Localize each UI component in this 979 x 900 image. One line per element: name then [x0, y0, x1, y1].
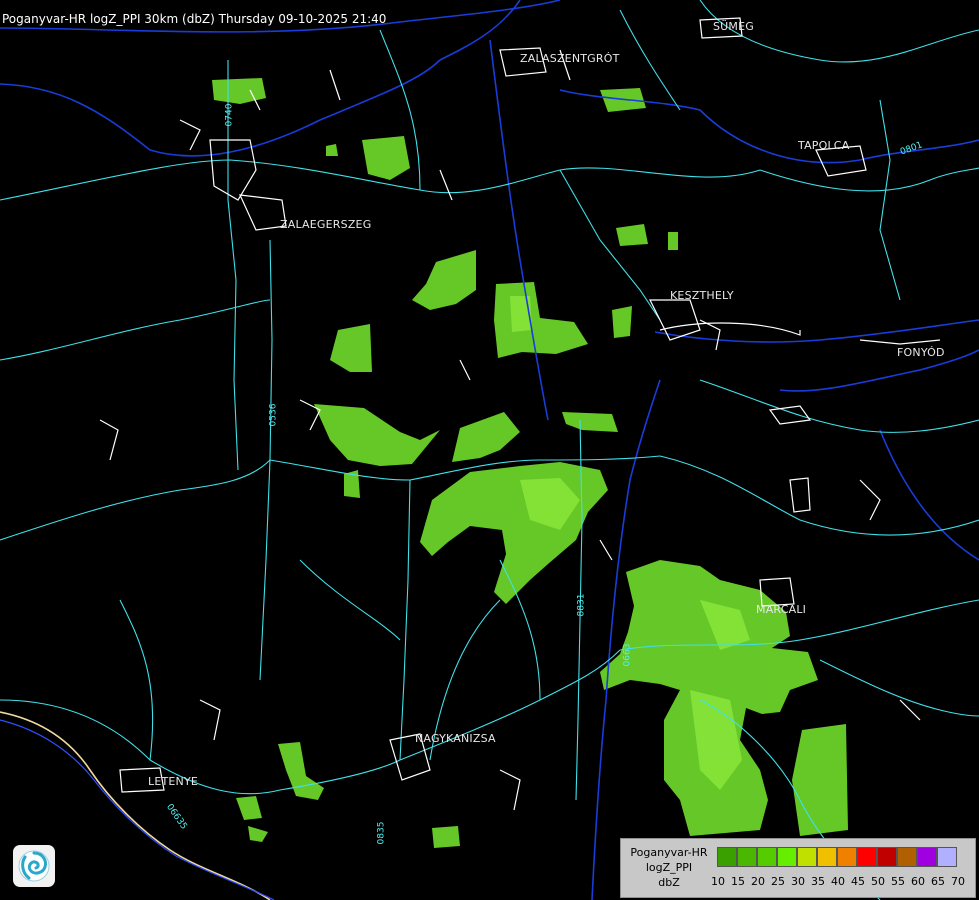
legend-swatch [797, 847, 817, 867]
legend-swatch [917, 847, 937, 867]
legend-swatch [837, 847, 857, 867]
legend-swatch [897, 847, 917, 867]
legend-swatch [877, 847, 897, 867]
legend-tick-label: 25 [771, 875, 785, 888]
legend-tick-label: 15 [731, 875, 745, 888]
city-label-nagykanizsa: NAGYKANIZSA [415, 732, 496, 745]
legend-tick-label: 65 [931, 875, 945, 888]
legend-swatch [817, 847, 837, 867]
legend-swatch [737, 847, 757, 867]
legend-tick-label: 40 [831, 875, 845, 888]
legend-product: logZ_PPI [645, 861, 693, 874]
legend-name: Poganyvar-HR logZ_PPI dbZ [621, 845, 717, 890]
map-title: Poganyvar-HR logZ_PPI 30km (dbZ) Thursda… [2, 12, 387, 26]
city-label-keszthely: KESZTHELY [670, 289, 734, 302]
legend-tick-label: 50 [871, 875, 885, 888]
legend-swatch [777, 847, 797, 867]
legend-unit: dbZ [658, 876, 680, 889]
city-label-zalaszentgrot: ZALASZENTGRÓT [520, 52, 620, 65]
legend-tick-label: 35 [811, 875, 825, 888]
legend-tick-label: 30 [791, 875, 805, 888]
legend-radar-name: Poganyvar-HR [630, 846, 708, 859]
road-label: 0663 [622, 643, 633, 667]
legend-swatch [857, 847, 877, 867]
city-label-tapolca: TAPOLCA [798, 139, 850, 152]
city-label-fonyod: FONYÓD [897, 346, 945, 359]
logo-icon [13, 845, 55, 887]
legend-tick-label: 20 [751, 875, 765, 888]
legend-swatch [937, 847, 957, 867]
road-label: 8831 [576, 593, 587, 617]
road-label: 0835 [376, 821, 387, 845]
radar-map [0, 0, 979, 900]
legend-tick-label: 10 [711, 875, 725, 888]
legend-tick-labels: 10 15 20 25 30 35 40 45 50 55 60 65 70 [708, 875, 968, 888]
city-label-letenye: LETENYE [148, 775, 199, 788]
road-label: 0536 [268, 403, 279, 427]
city-label-zalaegerszeg: ZALAEGERSZEG [280, 218, 372, 231]
legend-tick-label: 60 [911, 875, 925, 888]
city-label-marcali: MARCALI [756, 603, 807, 616]
legend-color-scale [717, 847, 957, 867]
legend-tick-label: 55 [891, 875, 905, 888]
road-label: 0740 [224, 103, 235, 127]
legend-swatch [757, 847, 777, 867]
dbz-legend: Poganyvar-HR logZ_PPI dbZ 10 15 20 25 30 35 40… [620, 838, 976, 898]
legend-tick-label: 70 [951, 875, 965, 888]
city-label-sumeg: SÜMEG [713, 20, 754, 33]
legend-swatch [717, 847, 737, 867]
legend-tick-label: 45 [851, 875, 865, 888]
